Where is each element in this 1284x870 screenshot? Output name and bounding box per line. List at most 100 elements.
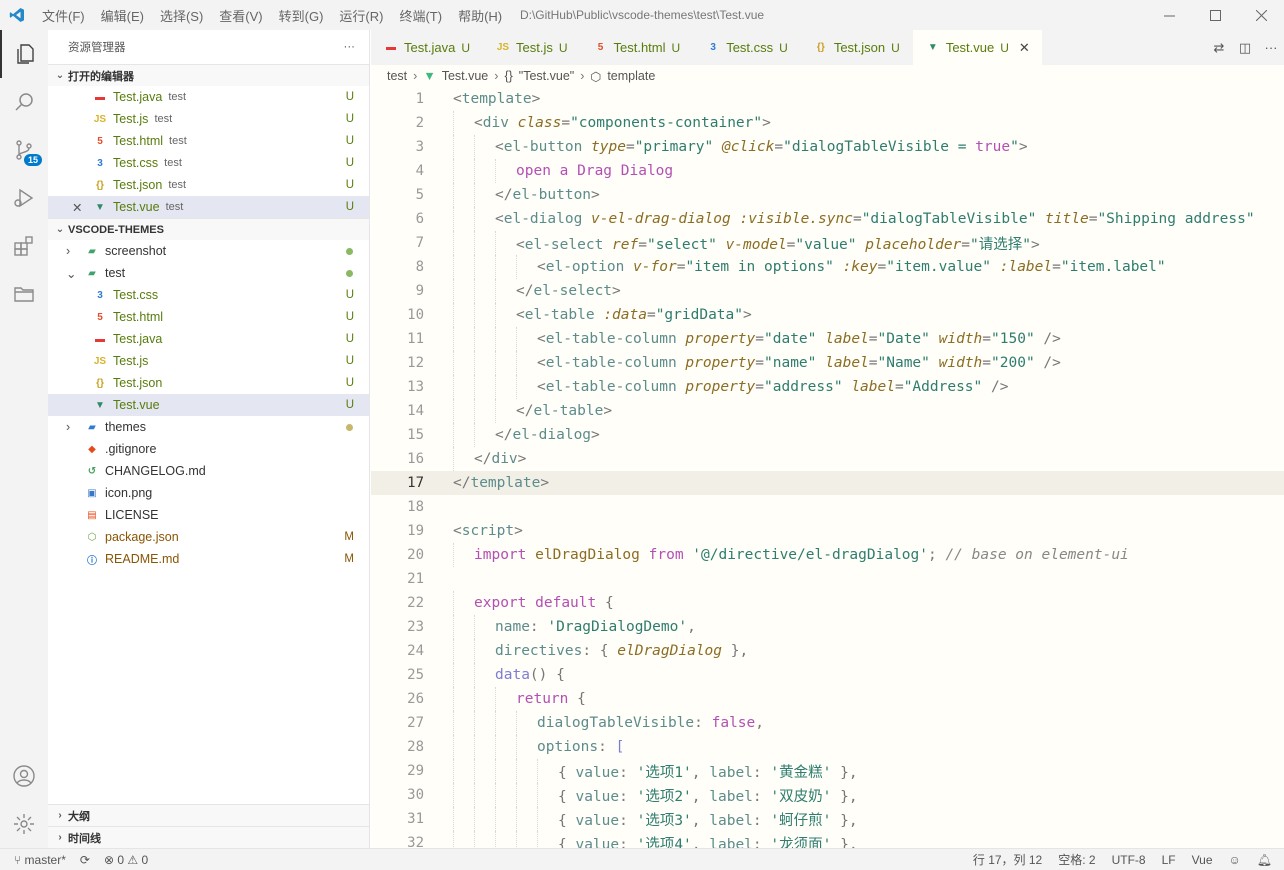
menu-terminal[interactable]: 终端(T) — [391, 6, 450, 25]
problems-status[interactable]: ⊗ 0 ⚠ 0 — [104, 853, 148, 867]
status-dot — [346, 247, 353, 255]
code-line: 18 — [407, 499, 424, 515]
close-icon[interactable]: ✕ — [72, 200, 92, 215]
branch-status[interactable]: ⑂ master* — [14, 853, 66, 867]
code-line: 21 — [407, 571, 424, 587]
more-actions-button[interactable]: ··· — [344, 41, 356, 53]
editor-tab[interactable]: 3 Test.css U — [693, 30, 801, 65]
code-line: 3 <el-button type="primary" @click="dial… — [371, 135, 1284, 159]
open-editor-item[interactable]: 3 Test.css test U — [48, 152, 369, 174]
code-line: 13 <el-table-column property="address" l… — [371, 375, 1284, 399]
file-item[interactable]: ▬ Test.java U — [48, 328, 369, 350]
folder-icon[interactable] — [0, 270, 48, 318]
status-dot — [346, 269, 353, 277]
file-item[interactable]: ▼ Test.vue U — [48, 394, 369, 416]
file-item[interactable]: ▣ icon.png — [48, 482, 369, 504]
breadcrumb-file[interactable]: Test.vue — [442, 69, 489, 83]
file-item[interactable]: ⓘ README.md M — [48, 548, 369, 570]
file-item[interactable]: ▤ LICENSE — [48, 504, 369, 526]
editor-tab[interactable]: 5 Test.html U — [581, 30, 694, 65]
code-editor[interactable]: 1 <template> 2 <div class="components-co… — [371, 87, 1284, 848]
more-icon[interactable]: ··· — [1258, 40, 1284, 55]
notifications-icon[interactable]: 🔔︎ — [1257, 853, 1272, 867]
png-file-icon: ▣ — [87, 487, 97, 499]
menu-bar: 文件(F) 编辑(E) 选择(S) 查看(V) 转到(G) 运行(R) 终端(T… — [34, 0, 510, 30]
element-icon: ⬡ — [590, 69, 602, 84]
feedback-icon[interactable]: ☺ — [1229, 853, 1241, 867]
explorer-title: 资源管理器 — [68, 42, 126, 54]
file-item[interactable]: ⬡ package.json M — [48, 526, 369, 548]
folder-item[interactable]: › ▰ screenshot — [48, 240, 369, 262]
indentation[interactable]: 空格: 2 — [1058, 851, 1095, 868]
minimize-button[interactable] — [1146, 0, 1192, 30]
settings-gear-icon[interactable] — [0, 800, 48, 848]
breadcrumb-folder[interactable]: test — [387, 69, 407, 83]
editor-area: ▬ Test.java U JS Test.js U 5 Test.html U… — [371, 30, 1284, 848]
close-window-button[interactable] — [1238, 0, 1284, 30]
breadcrumb: test › ▼ Test.vue › {} "Test.vue" › ⬡ templ… — [387, 69, 656, 84]
explorer-icon[interactable] — [0, 30, 48, 78]
menu-edit[interactable]: 编辑(E) — [93, 6, 152, 25]
code-line: 2 <div class="components-container"> — [371, 111, 1284, 135]
menu-go[interactable]: 转到(G) — [271, 6, 332, 25]
code-line: 10 <el-table :data="gridData"> — [371, 303, 1284, 327]
activity-bar: 15 — [0, 30, 48, 848]
source-control-icon[interactable]: 15 — [0, 126, 48, 174]
editor-tab[interactable]: {} Test.json U — [801, 30, 913, 65]
language-mode[interactable]: Vue — [1192, 853, 1213, 867]
code-line: 28 options: [ — [371, 735, 1284, 759]
menu-help[interactable]: 帮助(H) — [450, 6, 510, 25]
json-file-icon: {} — [96, 377, 104, 389]
folder-item[interactable]: ⌄ ▰ test — [48, 262, 369, 284]
menu-run[interactable]: 运行(R) — [331, 6, 391, 25]
file-item[interactable]: ◆ .gitignore — [48, 438, 369, 460]
code-line: 32 { value: '选项4', label: '龙须面' }, — [371, 831, 1284, 848]
code-line: 25 data() { — [371, 663, 1284, 687]
folder-file-icon: ▰ — [88, 267, 96, 279]
file-item[interactable]: JS Test.js U — [48, 350, 369, 372]
open-editor-item[interactable]: 5 Test.html test U — [48, 130, 369, 152]
open-editor-item[interactable]: JS Test.js test U — [48, 108, 369, 130]
file-item[interactable]: {} Test.json U — [48, 372, 369, 394]
explorer-sidebar: 资源管理器 ··· ⌄ 打开的编辑器 ▬ Test.java test U JS Te… — [48, 30, 370, 848]
code-line: 4 open a Drag Dialog — [371, 159, 1284, 183]
search-icon[interactable] — [0, 78, 48, 126]
folder-item[interactable]: › ▰ themes — [48, 416, 369, 438]
run-debug-icon[interactable] — [0, 174, 48, 222]
java-file-icon: ▬ — [386, 42, 396, 53]
file-item[interactable]: ↺ CHANGELOG.md — [48, 460, 369, 482]
account-icon[interactable] — [0, 752, 48, 800]
split-editor-icon[interactable]: ◫ — [1232, 40, 1258, 56]
outline-header[interactable]: › 大纲 — [48, 804, 369, 826]
menu-view[interactable]: 查看(V) — [211, 6, 270, 25]
workspace-header[interactable]: ⌄ VSCODE-THEMES — [48, 218, 369, 240]
extensions-icon[interactable] — [0, 222, 48, 270]
maximize-button[interactable] — [1192, 0, 1238, 30]
open-editor-item[interactable]: ✕ ▼ Test.vue test U — [48, 196, 369, 218]
close-tab-icon[interactable]: ✕ — [1019, 40, 1030, 56]
menu-file[interactable]: 文件(F) — [34, 6, 93, 25]
cursor-position[interactable]: 行 17，列 12 — [973, 851, 1042, 868]
title-bar: 文件(F) 编辑(E) 选择(S) 查看(V) 转到(G) 运行(R) 终端(T… — [0, 0, 1284, 30]
editor-tab[interactable]: JS Test.js U — [483, 30, 581, 65]
file-item[interactable]: 3 Test.css U — [48, 284, 369, 306]
menu-selection[interactable]: 选择(S) — [152, 6, 211, 25]
css-file-icon: 3 — [97, 289, 103, 301]
editor-tab[interactable]: ▼ Test.vue U ✕ — [912, 30, 1043, 65]
open-editor-item[interactable]: ▬ Test.java test U — [48, 86, 369, 108]
open-editors-header[interactable]: ⌄ 打开的编辑器 — [48, 64, 369, 86]
breadcrumb-object[interactable]: "Test.vue" — [519, 69, 574, 83]
css-file-icon: 3 — [710, 42, 716, 53]
open-editor-item[interactable]: {} Test.json test U — [48, 174, 369, 196]
editor-tab[interactable]: ▬ Test.java U — [371, 30, 483, 65]
sync-icon[interactable]: ⟳ — [80, 853, 90, 867]
file-item[interactable]: 5 Test.html U — [48, 306, 369, 328]
timeline-header[interactable]: › 时间线 — [48, 826, 369, 848]
compare-changes-icon[interactable]: ⇄ — [1206, 40, 1232, 56]
breadcrumb-symbol[interactable]: template — [607, 69, 655, 83]
status-bar: ⑂ master* ⟳ ⊗ 0 ⚠ 0 行 17，列 12 空格: 2 UTF-… — [0, 848, 1284, 870]
chevron-down-icon: ⌄ — [55, 70, 65, 81]
code-line: 26 return { — [371, 687, 1284, 711]
encoding[interactable]: UTF-8 — [1112, 853, 1146, 867]
eol[interactable]: LF — [1162, 853, 1176, 867]
